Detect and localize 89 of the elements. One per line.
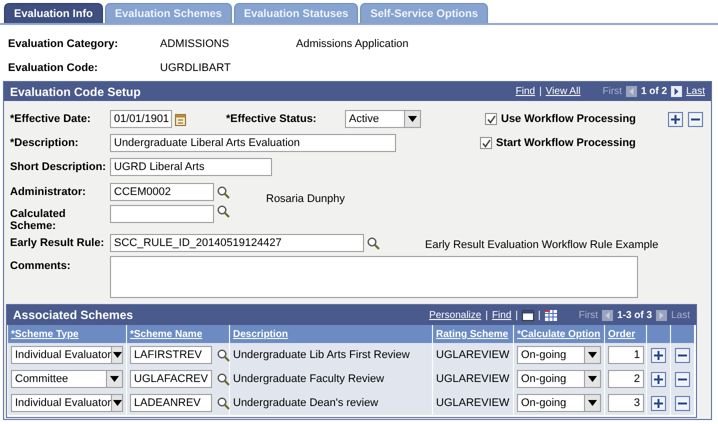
scheme-name-field[interactable]: LAFIRSTREV — [130, 346, 212, 364]
field-label: *Effective Date: — [10, 113, 92, 125]
field-label: Evaluation Category: — [8, 38, 120, 50]
field-label: *Effective Status: — [226, 113, 318, 125]
order-field[interactable]: 2 — [608, 370, 644, 388]
window-icon[interactable] — [522, 310, 534, 320]
column-header — [671, 325, 694, 343]
calculate-option-dropdown[interactable]: On-going — [517, 346, 601, 364]
scheme-name-field[interactable]: LADEANREV — [130, 394, 212, 412]
table-cell: UGLAREVIEW — [433, 343, 513, 367]
caret-icon — [110, 376, 119, 382]
caret-icon — [588, 352, 597, 358]
caret-icon — [588, 376, 597, 382]
page-count: 1 of 2 — [640, 86, 668, 97]
field-label: Short Description: — [10, 161, 107, 173]
rule-description: Early Result Evaluation Workflow Rule Example — [425, 239, 658, 251]
link-separator: | — [539, 86, 542, 97]
field-description: Admissions Application — [296, 38, 409, 50]
search-icon[interactable] — [217, 186, 230, 198]
scheme-type-dropdown[interactable]: Committee — [11, 370, 123, 388]
table-cell: UGLAREVIEW — [433, 391, 513, 415]
table-cell: Undergraduate Lib Arts First Review — [230, 343, 432, 367]
field-label: Early Result Rule: — [10, 237, 106, 249]
header-link[interactable]: View All — [546, 86, 581, 97]
scheme-name-field[interactable]: UGLAFACREV — [130, 370, 212, 388]
field-label: *Description: — [10, 137, 80, 149]
delete-row-button[interactable] — [675, 372, 690, 386]
search-icon[interactable] — [217, 396, 230, 410]
administrator-name: Rosaria Dunphy — [266, 193, 345, 205]
add-row-button[interactable] — [651, 348, 666, 362]
description-field[interactable]: Undergraduate Liberal Arts Evaluation — [110, 134, 396, 152]
link-separator: | — [515, 310, 518, 320]
scheme-type-dropdown[interactable]: Individual Evaluator — [11, 346, 123, 364]
caret-icon — [588, 400, 597, 406]
grid-icon[interactable] — [544, 310, 557, 320]
checkbox-label: Start Workflow Processing — [496, 137, 636, 149]
header-link[interactable]: Find — [516, 86, 536, 97]
last-link[interactable]: Last — [686, 86, 705, 97]
search-icon[interactable] — [217, 372, 230, 386]
administrator-field[interactable]: CCEM0002 — [110, 183, 214, 201]
caret-icon — [112, 352, 122, 358]
calculate-option-dropdown[interactable]: On-going — [517, 394, 601, 412]
plus-icon — [654, 374, 663, 384]
link-separator: | — [485, 310, 488, 320]
checkbox[interactable] — [485, 113, 497, 125]
early-result-rule-field[interactable]: SCC_RULE_ID_20140519124427 — [110, 234, 364, 252]
add-button[interactable] — [668, 112, 683, 126]
plus-icon — [654, 350, 663, 360]
calculated-scheme-field[interactable] — [110, 205, 214, 223]
add-row-button[interactable] — [651, 396, 666, 410]
date-field[interactable]: 01/01/1901 — [110, 110, 172, 128]
page-count: 1-3 of 3 — [617, 310, 652, 320]
field-value: ADMISSIONS — [160, 38, 230, 50]
field-label: Calculated Scheme: — [10, 208, 67, 232]
link-separator: | — [538, 310, 541, 320]
short-description-field[interactable]: UGRD Liberal Arts — [110, 158, 272, 176]
table-cell: UGLAREVIEW — [433, 367, 513, 391]
tab[interactable]: Evaluation Info — [4, 3, 103, 23]
checkbox-label: Use Workflow Processing — [501, 113, 636, 125]
field-value: UGRDLIBART — [160, 62, 231, 74]
search-icon[interactable] — [217, 348, 230, 362]
order-field[interactable]: 3 — [608, 394, 644, 412]
caret-icon — [408, 116, 417, 122]
table-cell: Undergraduate Dean's review — [230, 391, 432, 415]
column-header — [647, 325, 670, 343]
header-link[interactable]: Find — [492, 310, 512, 320]
search-icon[interactable] — [217, 205, 230, 218]
grid-title: Associated Schemes — [13, 308, 134, 322]
scheme-type-dropdown[interactable]: Individual Evaluator — [11, 394, 123, 412]
delete-row-button[interactable] — [675, 396, 690, 410]
field-label: Evaluation Code: — [8, 62, 99, 74]
remove-button[interactable] — [688, 112, 703, 126]
calculate-option-dropdown[interactable]: On-going — [517, 370, 601, 388]
field-label: Administrator: — [10, 186, 87, 198]
header-link[interactable]: Personalize — [429, 310, 482, 320]
plus-icon — [671, 114, 680, 124]
caret-icon — [112, 400, 122, 406]
plus-icon — [654, 398, 663, 408]
table-cell: Undergraduate Faculty Review — [230, 367, 432, 391]
checkbox[interactable] — [480, 137, 492, 149]
comments-field[interactable] — [110, 256, 638, 298]
panel-title: Evaluation Code Setup — [10, 84, 141, 98]
field-label: Comments: — [10, 260, 72, 272]
order-field[interactable]: 1 — [608, 346, 644, 364]
add-row-button[interactable] — [651, 372, 666, 386]
search-icon[interactable] — [367, 236, 380, 250]
status-dropdown[interactable]: Active — [345, 110, 421, 128]
calendar-icon[interactable] — [175, 112, 186, 126]
delete-row-button[interactable] — [675, 348, 690, 362]
